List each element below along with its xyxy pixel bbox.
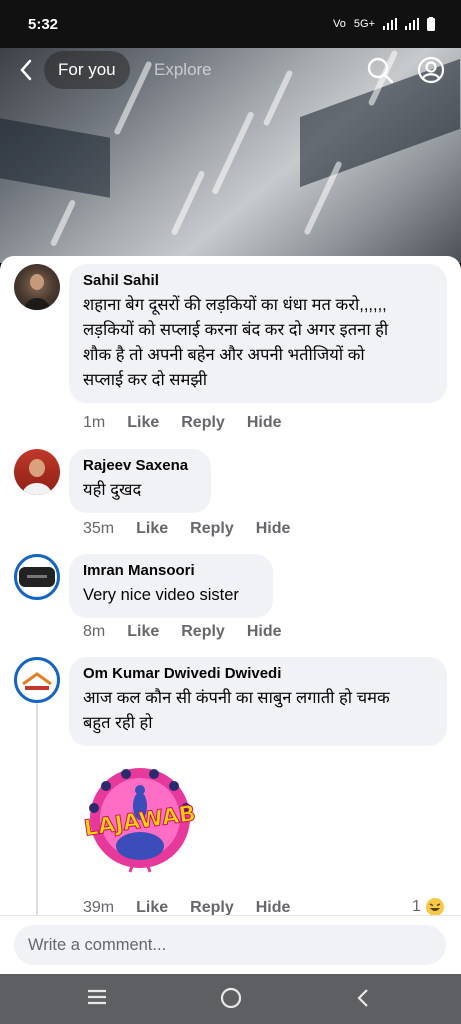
signal-icon bbox=[383, 18, 397, 30]
home-icon[interactable] bbox=[219, 986, 243, 1010]
comment-actions: 35m Like Reply Hide bbox=[83, 520, 290, 538]
avatar[interactable] bbox=[14, 264, 60, 310]
logo-icon bbox=[19, 567, 55, 587]
hide-button[interactable]: Hide bbox=[247, 414, 282, 432]
laughing-emoji-icon bbox=[425, 898, 444, 916]
hide-button[interactable]: Hide bbox=[256, 520, 291, 538]
chevron-left-icon[interactable] bbox=[16, 56, 36, 84]
recents-icon[interactable] bbox=[86, 986, 108, 1008]
comment-time: 8m bbox=[83, 623, 106, 640]
hide-button[interactable]: Hide bbox=[247, 623, 282, 641]
reply-button[interactable]: Reply bbox=[190, 520, 234, 538]
back-icon[interactable] bbox=[353, 986, 373, 1010]
thread-line bbox=[36, 702, 38, 918]
comment-author[interactable]: Rajeev Saxena bbox=[83, 457, 197, 474]
tab-for-you[interactable]: For you bbox=[58, 60, 116, 80]
avatar[interactable] bbox=[14, 449, 60, 495]
logo-icon bbox=[22, 672, 52, 690]
comment-time: 35m bbox=[83, 520, 115, 537]
status-icons: Vo 5G+ bbox=[333, 17, 435, 31]
comment-text: Very nice video sister bbox=[83, 586, 239, 604]
tab-explore[interactable]: Explore bbox=[154, 60, 212, 80]
network-label: 5G+ bbox=[353, 18, 375, 30]
comment-text: शहाना बेग दूसरों की लड़कियों का धंधा मत … bbox=[83, 296, 389, 389]
comment-composer: Write a comment... bbox=[0, 915, 461, 975]
volte-icon: Vo bbox=[333, 18, 346, 30]
reply-button[interactable]: Reply bbox=[181, 623, 225, 641]
person-photo-icon bbox=[24, 274, 50, 310]
avatar[interactable] bbox=[14, 657, 60, 703]
comment-text: यही दुखद bbox=[83, 481, 142, 499]
system-nav-bar bbox=[0, 974, 461, 1024]
comment-bubble[interactable]: Rajeev Saxena यही दुखद bbox=[69, 449, 211, 513]
comment-time: 1m bbox=[83, 414, 106, 431]
profile-icon[interactable] bbox=[417, 56, 445, 84]
status-time: 5:32 bbox=[28, 16, 59, 33]
lajawab-sticker[interactable]: LAJAWAB bbox=[78, 762, 202, 878]
like-button[interactable]: Like bbox=[127, 623, 159, 641]
comments-sheet: Sahil Sahil शहाना बेग दूसरों की लड़कियों… bbox=[0, 256, 461, 974]
top-nav: For you Explore bbox=[0, 48, 461, 92]
comment-author[interactable]: Imran Mansoori bbox=[83, 562, 259, 579]
status-bar: 5:32 Vo 5G+ bbox=[0, 0, 461, 48]
signal-2-icon bbox=[405, 18, 419, 30]
comment-actions: 8m Like Reply Hide bbox=[83, 623, 282, 641]
avatar[interactable] bbox=[14, 554, 60, 600]
reaction-count: 1 bbox=[412, 898, 421, 915]
comment-actions: 1m Like Reply Hide bbox=[83, 414, 282, 432]
comment-author[interactable]: Sahil Sahil bbox=[83, 272, 433, 289]
reaction-summary[interactable]: 1 bbox=[412, 897, 445, 917]
person-photo-icon bbox=[22, 459, 52, 495]
reply-button[interactable]: Reply bbox=[181, 414, 225, 432]
comment-bubble[interactable]: Imran Mansoori Very nice video sister bbox=[69, 554, 273, 618]
comment-text: आज कल कौन सी कंपनी का साबुन लगाती हो चमक… bbox=[83, 689, 390, 732]
like-button[interactable]: Like bbox=[127, 414, 159, 432]
search-icon[interactable] bbox=[366, 56, 394, 84]
battery-icon bbox=[427, 17, 435, 31]
comment-bubble[interactable]: Om Kumar Dwivedi Dwivedi आज कल कौन सी कं… bbox=[69, 657, 447, 746]
comment-bubble[interactable]: Sahil Sahil शहाना बेग दूसरों की लड़कियों… bbox=[69, 264, 447, 403]
like-button[interactable]: Like bbox=[136, 520, 168, 538]
comment-input[interactable]: Write a comment... bbox=[14, 925, 446, 965]
comment-author[interactable]: Om Kumar Dwivedi Dwivedi bbox=[83, 665, 433, 682]
